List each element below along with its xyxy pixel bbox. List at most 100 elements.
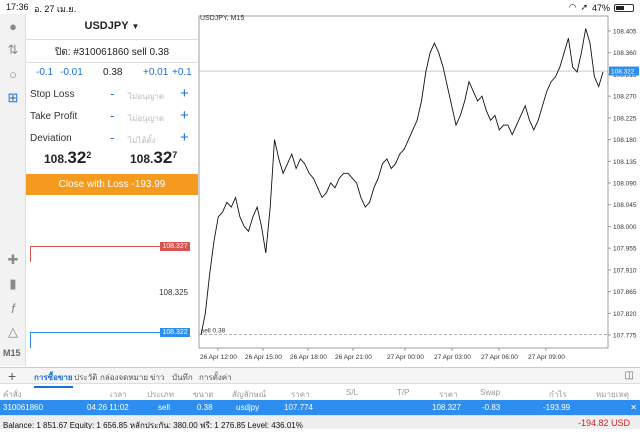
- y-tick-label: 108.135: [613, 159, 637, 166]
- y-tick-label: 107.910: [613, 267, 637, 274]
- take-profit-plus-button[interactable]: +: [180, 107, 189, 124]
- y-tick-label: 108.045: [613, 202, 637, 209]
- y-tick-label: 108.000: [613, 224, 637, 231]
- battery-icon: [614, 3, 634, 12]
- close-with-loss-button[interactable]: Close with Loss -193.99: [26, 174, 198, 195]
- take-profit-value[interactable]: ไม่อนุญาต: [128, 112, 164, 125]
- x-tick-label: 26 Apr 18:00: [290, 354, 327, 361]
- battery-percent: 47%: [591, 2, 610, 13]
- ask-tag: 108.327: [160, 242, 190, 251]
- y-tick-label: 107.775: [613, 333, 637, 340]
- y-tick-label: 108.360: [613, 50, 637, 57]
- status-time: 17:36: [6, 2, 29, 12]
- x-tick-label: 27 Apr 09:00: [528, 354, 565, 361]
- empty-area: [0, 429, 640, 447]
- chart-title: USDJPY, M15: [200, 15, 245, 22]
- step-plus-01[interactable]: +0.1: [172, 67, 192, 78]
- col-swap: Swap: [480, 388, 501, 397]
- function-icon[interactable]: f: [4, 300, 22, 316]
- bid-price: 108.322: [44, 148, 92, 167]
- wifi-icon: ◠: [568, 2, 577, 12]
- account-icon[interactable]: ●: [4, 18, 22, 34]
- tab-history[interactable]: ประวัติ: [74, 371, 97, 384]
- tool-rail: ● ⇅ ○ ⊞ ✚ ▮ f △ M15: [0, 14, 26, 366]
- x-tick-label: 26 Apr 15:00: [245, 354, 282, 361]
- deviation-row: Deviation - ไม่ได้ตั้ง +: [26, 129, 198, 149]
- x-tick-label: 27 Apr 06:00: [481, 354, 518, 361]
- position-line-label: sell 0.38: [201, 327, 226, 334]
- cell-type: sell: [158, 403, 171, 412]
- tab-settings[interactable]: การตั้งค่า: [199, 371, 232, 384]
- deviation-label: Deviation: [30, 133, 72, 144]
- y-tick-label: 108.090: [613, 181, 637, 188]
- trade-icon[interactable]: ⇅: [4, 42, 22, 58]
- stop-loss-label: Stop Loss: [30, 89, 75, 100]
- ask-line: [30, 246, 160, 247]
- cell-swap: -0.83: [482, 403, 501, 412]
- step-minus-001[interactable]: -0.01: [60, 67, 83, 78]
- ask-price: 108.327: [130, 148, 178, 167]
- close-position-icon[interactable]: ✕: [630, 403, 637, 412]
- crosshair-icon[interactable]: ✚: [4, 252, 22, 268]
- col-tp: T/P: [397, 388, 410, 397]
- y-tick-label: 108.270: [613, 94, 637, 101]
- step-plus-001[interactable]: +0.01: [143, 67, 168, 78]
- table-row[interactable]: 310061860 04.26 11:02 sell 0.38 usdjpy 1…: [0, 400, 640, 415]
- divider: [26, 39, 198, 40]
- cell-price: 107.774: [284, 403, 313, 412]
- quote-prices: 108.322 108.327: [26, 148, 198, 172]
- x-tick-label: 26 Apr 12:00: [200, 354, 237, 361]
- col-sl: S/L: [346, 388, 359, 397]
- x-tick-label: 26 Apr 21:00: [335, 354, 372, 361]
- tab-journal[interactable]: บันทึก: [172, 371, 193, 384]
- bid-line: [30, 332, 160, 333]
- ask-marker: [30, 246, 31, 262]
- volume-stepper: -0.1 -0.01 0.38 +0.01 +0.1: [26, 67, 198, 81]
- stop-loss-minus-button[interactable]: -: [110, 86, 114, 101]
- y-tick-label: 108.405: [613, 29, 637, 36]
- deviation-minus-button[interactable]: -: [110, 130, 114, 145]
- chart-svg[interactable]: 108.405108.360108.315108.270108.225108.1…: [198, 14, 640, 367]
- take-profit-label: Take Profit: [30, 111, 78, 122]
- x-tick-label: 27 Apr 03:00: [434, 354, 471, 361]
- stop-loss-value[interactable]: ไม่อนุญาต: [128, 90, 164, 103]
- plot-area: [198, 15, 609, 349]
- mid-price: 108.325: [159, 288, 188, 297]
- chevron-down-icon: ▼: [131, 22, 140, 31]
- price-chart[interactable]: 108.405108.360108.315108.270108.225108.1…: [198, 14, 640, 367]
- location-icon: ➚: [580, 2, 588, 12]
- balance-bar: Balance: 1 851.67 Equity: 1 656.85 หลักป…: [0, 415, 640, 430]
- deviation-plus-button[interactable]: +: [180, 129, 189, 146]
- new-order-icon[interactable]: ⊞: [4, 90, 22, 106]
- cell-order: 310061860: [3, 403, 44, 412]
- bid-marker: [30, 332, 31, 348]
- terminal-tabbar: + การซื้อขาย ประวัติ กล่องจดหมาย ข่าว บั…: [0, 367, 640, 388]
- cell-profit: -193.99: [543, 403, 571, 412]
- tab-news[interactable]: ข่าว: [150, 371, 164, 384]
- take-profit-row: Take Profit - ไม่อนุญาต +: [26, 107, 198, 127]
- stop-loss-row: Stop Loss - ไม่อนุญาต +: [26, 85, 198, 105]
- bid-tag: 108.322: [160, 328, 190, 337]
- objects-icon[interactable]: △: [4, 324, 22, 340]
- step-minus-01[interactable]: -0.1: [36, 67, 53, 78]
- current-price-label: 108.322: [611, 69, 635, 76]
- symbol-selector[interactable]: USDJPY ▼: [26, 20, 198, 32]
- y-tick-label: 108.180: [613, 137, 637, 144]
- stop-loss-plus-button[interactable]: +: [180, 85, 189, 102]
- timeframe-label[interactable]: M15: [3, 348, 21, 358]
- layout-icon[interactable]: ◫: [625, 370, 634, 381]
- volume-value[interactable]: 0.38: [103, 67, 122, 78]
- y-tick-label: 107.820: [613, 311, 637, 318]
- indicators-icon[interactable]: ▮: [4, 276, 22, 292]
- tab-trade[interactable]: การซื้อขาย: [34, 371, 73, 388]
- position-info: ปิด: #310061860 sell 0.38: [54, 47, 170, 58]
- divider: [26, 62, 198, 63]
- tab-mailbox[interactable]: กล่องจดหมาย: [100, 371, 148, 384]
- add-icon[interactable]: +: [8, 368, 16, 384]
- orders-table-header: คำสั่ง เวลา ประเภท ขนาด สัญลักษณ์ ราคา S…: [0, 384, 640, 400]
- y-tick-label: 108.225: [613, 115, 637, 122]
- chat-icon[interactable]: ○: [4, 66, 22, 82]
- take-profit-minus-button[interactable]: -: [110, 108, 114, 123]
- deviation-value[interactable]: ไม่ได้ตั้ง: [128, 134, 156, 147]
- cell-time: 04.26 11:02: [87, 403, 129, 412]
